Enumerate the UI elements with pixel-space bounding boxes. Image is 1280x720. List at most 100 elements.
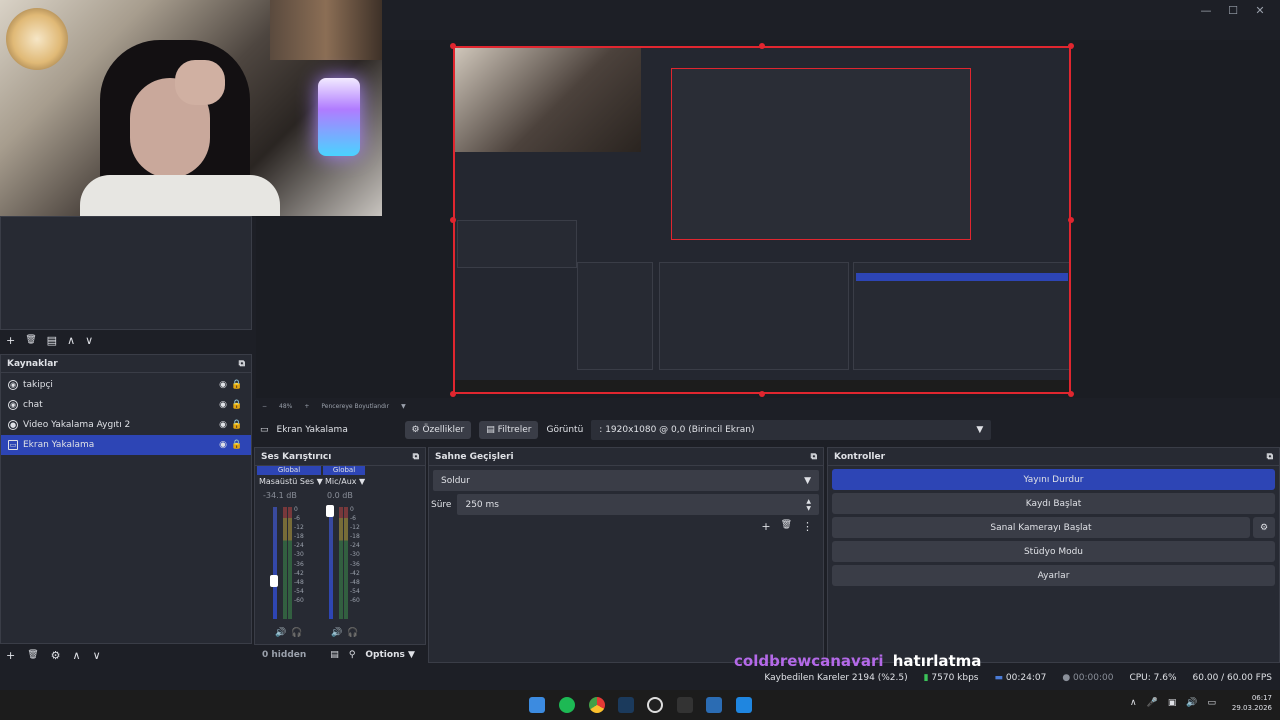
gear-icon[interactable]: ⚙ [1253,517,1275,538]
more-icon[interactable]: ⋮ [802,520,813,533]
spin-arrows-icon[interactable]: ▲ ▼ [806,498,811,512]
meter-tick-label: -6 [294,515,300,523]
stop-stream-button[interactable]: Yayını Durdur [832,469,1275,490]
scenes-list[interactable] [0,216,252,330]
nested-controls [853,262,1069,370]
epic-games-icon[interactable] [677,697,693,713]
lock-icon[interactable]: 🔒 [230,440,244,450]
camera-icon: ● [8,420,18,430]
channel-name[interactable]: Mic/Aux ▼ [325,477,365,486]
start-virtual-camera-button[interactable]: Sanal Kamerayı Başlat [832,517,1250,538]
source-item[interactable]: ◉ takipçi ◉ 🔒 [1,375,251,395]
source-item[interactable]: ● Video Yakalama Aygıtı 2 ◉ 🔒 [1,415,251,435]
move-up-icon[interactable]: ∧ [73,649,81,662]
settings-button[interactable]: Ayarlar [832,565,1275,586]
speaker-icon[interactable]: 🔊 [331,628,342,638]
channel-name[interactable]: Masaüstü Ses ▼ [259,477,323,486]
resize-handle[interactable] [450,217,456,223]
selected-source-name: Ekran Yakalama [276,425,348,435]
resize-handle[interactable] [450,391,456,397]
app-icon[interactable] [736,697,752,713]
meter-tick-label: -36 [350,560,360,568]
filters-button[interactable]: ▤ Filtreler [479,421,539,439]
gear-icon[interactable]: ⚙ [51,649,61,662]
nested-webcam [455,48,641,152]
resize-handle[interactable] [450,43,456,49]
volume-icon[interactable]: 🔊 [1186,698,1197,708]
lock-icon[interactable]: 🔒 [230,380,244,390]
headphones-icon[interactable]: 🎧 [347,628,358,638]
eye-icon[interactable]: ◉ [216,380,230,390]
undock-icon[interactable]: ⧉ [811,452,817,462]
resize-handle[interactable] [759,391,765,397]
channel-name-label: Mic/Aux [325,477,357,486]
duration-spinbox[interactable]: 250 ms ▲ ▼ [457,494,819,515]
headphones-icon[interactable]: 🎧 [291,628,302,638]
link-icon[interactable]: ⚲ [349,650,356,660]
resize-handle[interactable] [1068,391,1074,397]
transition-select[interactable]: Soldur ▼ [433,470,819,491]
trash-icon[interactable]: 🗑 [27,650,38,660]
eye-icon[interactable]: ◉ [216,440,230,450]
obs-icon[interactable] [647,697,663,713]
move-up-icon[interactable]: ∧ [67,334,75,347]
undock-icon[interactable]: ⧉ [413,452,419,462]
meter-tick-label: -12 [350,524,360,532]
rgb-light [318,78,360,156]
close-icon[interactable]: ✕ [1250,4,1270,18]
steam-icon[interactable] [618,697,634,713]
lock-icon[interactable]: 🔒 [230,400,244,410]
display-select[interactable]: : 1920x1080 @ 0,0 (Birincil Ekran) ▼ [591,420,992,440]
fit-to-window-label[interactable]: Pencereye Boyutlandır [321,403,389,410]
undock-icon[interactable]: ⧉ [239,359,245,369]
volume-slider-handle[interactable] [270,575,278,587]
layout-icon[interactable]: ▤ [330,650,339,660]
chevron-down-icon[interactable]: ▼ [401,403,406,410]
meter-tick-label: -60 [294,596,304,604]
spotify-icon[interactable] [559,697,575,713]
source-item[interactable]: ▭ Ekran Yakalama ◉ 🔒 [1,435,251,455]
start-icon[interactable] [529,697,545,713]
options-button[interactable]: Options ▼ [365,650,415,660]
maximize-icon[interactable]: ☐ [1223,4,1243,18]
resize-handle[interactable] [759,43,765,49]
volume-slider[interactable] [329,507,333,619]
network-icon[interactable]: ▣ [1168,698,1177,708]
lock-icon[interactable]: 🔒 [230,420,244,430]
battery-icon[interactable]: ▭ [1208,698,1217,708]
resize-handle[interactable] [1068,217,1074,223]
zoom-in-button[interactable]: + [304,403,309,410]
zoom-out-button[interactable]: − [262,403,267,410]
add-icon[interactable]: + [6,649,15,662]
eye-icon[interactable]: ◉ [216,420,230,430]
speaker-icon[interactable]: 🔊 [275,628,286,638]
clock[interactable]: 06:17 29.03.2026 [1226,693,1272,713]
chevron-up-icon[interactable]: ∧ [1130,698,1137,708]
level-meter [344,507,348,619]
move-down-icon[interactable]: ∨ [85,334,93,347]
undock-icon[interactable]: ⧉ [1267,452,1273,462]
start-recording-button[interactable]: Kaydı Başlat [832,493,1275,514]
chrome-icon[interactable] [589,697,605,713]
source-item[interactable]: ◉ chat ◉ 🔒 [1,395,251,415]
trash-icon[interactable]: 🗑 [781,520,792,533]
add-icon[interactable]: + [6,334,15,347]
studio-mode-button[interactable]: Stüdyo Modu [832,541,1275,562]
trash-icon[interactable]: 🗑 [25,335,36,345]
meter-tick-label: -36 [294,560,304,568]
add-icon[interactable]: + [761,520,770,533]
volume-slider-handle[interactable] [326,505,334,517]
eye-icon[interactable]: ◉ [216,400,230,410]
screen-capture-preview[interactable] [453,46,1071,394]
meter-tick-label: -42 [294,569,304,577]
app-icon[interactable] [706,697,722,713]
properties-button[interactable]: ⚙ Özellikler [404,421,472,439]
microphone-icon[interactable]: 🎤 [1147,698,1158,708]
globe-icon: ◉ [8,380,18,390]
resize-handle[interactable] [1068,43,1074,49]
volume-slider[interactable] [273,507,277,619]
minimize-icon[interactable]: — [1196,4,1216,18]
move-down-icon[interactable]: ∨ [93,649,101,662]
nested-stop-button [856,273,1068,281]
filter-icon[interactable]: ▤ [47,334,57,347]
